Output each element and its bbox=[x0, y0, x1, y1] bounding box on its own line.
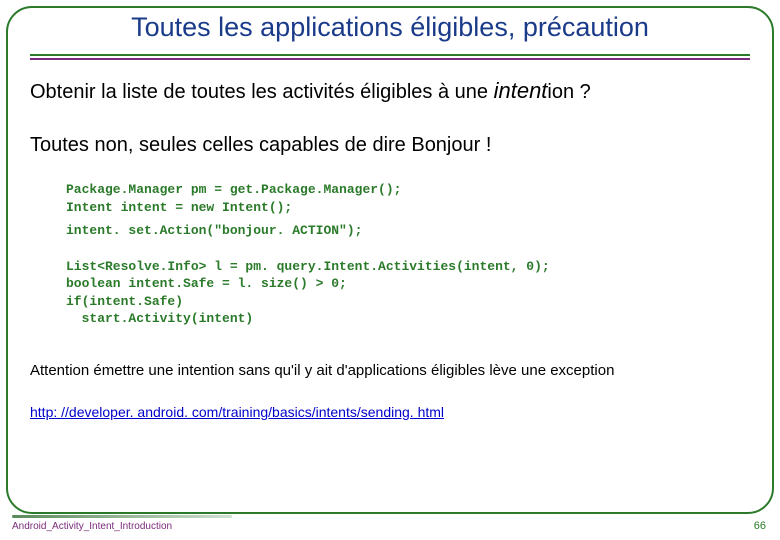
warning-text: Attention émettre une intention sans qu'… bbox=[30, 362, 750, 379]
reference-link[interactable]: http: //developer. android. com/training… bbox=[30, 404, 444, 420]
page-number: 66 bbox=[754, 520, 766, 532]
code-block-1: Package.Manager pm = get.Package.Manager… bbox=[66, 181, 750, 216]
slide-title: Toutes les applications éligibles, préca… bbox=[0, 12, 780, 43]
slide: Toutes les applications éligibles, préca… bbox=[0, 0, 780, 540]
intro-line-1: Obtenir la liste de toutes les activités… bbox=[30, 78, 750, 104]
intent-word: intent bbox=[494, 78, 548, 103]
title-underline bbox=[30, 54, 750, 58]
intro-line-1-suffix: ion ? bbox=[547, 81, 590, 103]
code-block-2: intent. set.Action("bonjour. ACTION"); bbox=[66, 222, 750, 240]
intro-line-1-prefix: Obtenir la liste de toutes les activités… bbox=[30, 81, 494, 103]
intro-line-2: Toutes non, seules celles capables de di… bbox=[30, 134, 750, 157]
code-block-3: List<Resolve.Info> l = pm. query.Intent.… bbox=[66, 258, 750, 328]
footer-line bbox=[12, 515, 232, 518]
footer-left-text: Android_Activity_Intent_Introduction bbox=[12, 521, 172, 532]
slide-body: Obtenir la liste de toutes les activités… bbox=[30, 78, 750, 500]
